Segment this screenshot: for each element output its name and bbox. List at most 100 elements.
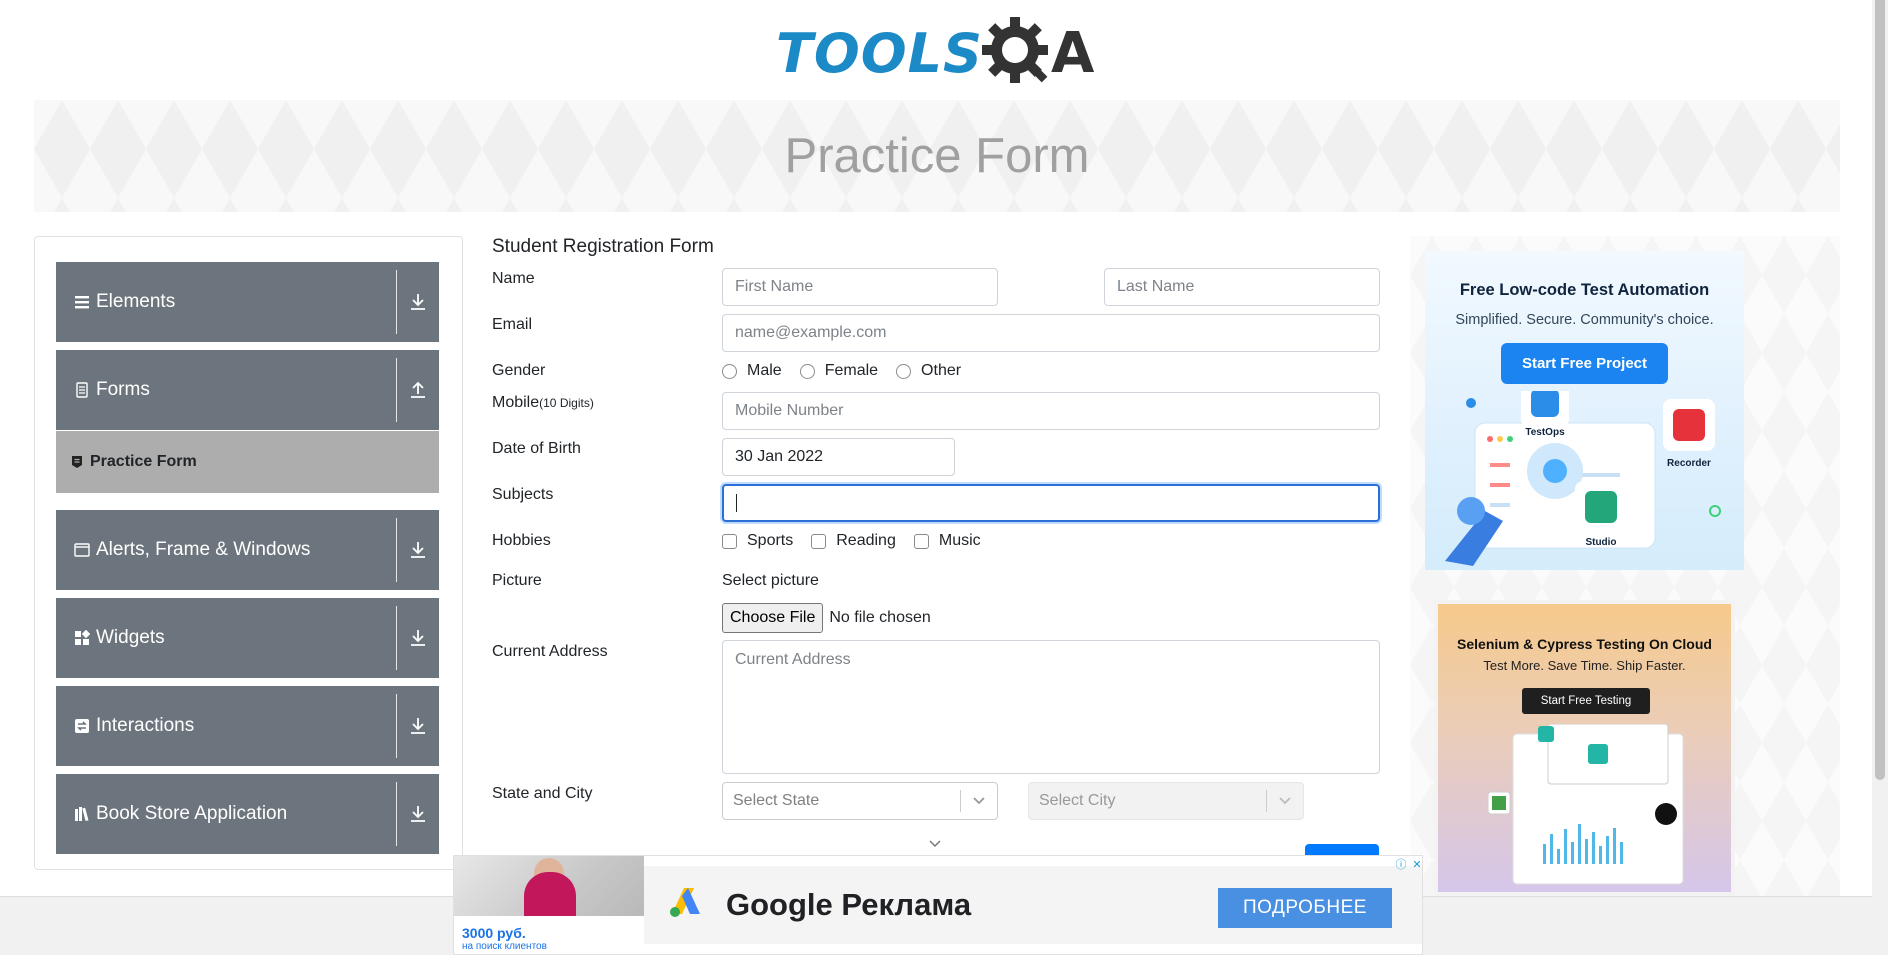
katalon-ad[interactable]: Free Low-code Test Automation Simplified…	[1425, 251, 1744, 570]
date-of-birth-input[interactable]	[722, 438, 955, 476]
gender-label: Gender	[492, 362, 546, 379]
info-icon[interactable]: ⓘ	[1394, 857, 1408, 871]
sidebar-group-elements[interactable]: Elements	[56, 262, 439, 342]
checkbox-label: Reading	[836, 532, 896, 549]
logo-suffix: A	[1050, 20, 1095, 86]
start-free-project-button[interactable]: Start Free Project	[1501, 343, 1668, 384]
gear-magnifier-icon	[981, 17, 1048, 83]
download-arrow-icon[interactable]	[405, 538, 431, 562]
divider	[396, 782, 397, 846]
email-input[interactable]	[722, 314, 1380, 352]
chevron-down-icon[interactable]	[1267, 796, 1303, 806]
start-free-testing-button[interactable]: Start Free Testing	[1522, 688, 1650, 714]
divider	[396, 270, 397, 334]
radio-circle[interactable]	[896, 363, 912, 379]
lambdatest-ad[interactable]: Selenium & Cypress Testing On Cloud Test…	[1434, 600, 1735, 896]
checkbox[interactable]	[913, 533, 929, 549]
toolsqa-logo[interactable]: TOOLS A	[776, 14, 1100, 92]
download-arrow-icon[interactable]	[405, 714, 431, 738]
address-label: Current Address	[492, 643, 608, 660]
google-ads-logo-icon	[670, 888, 700, 917]
radio-circle[interactable]	[799, 363, 815, 379]
sidebar-group-label: Elements	[96, 291, 176, 312]
download-arrow-icon[interactable]	[405, 802, 431, 826]
studio-label: Studio	[1585, 537, 1616, 548]
divider	[396, 694, 397, 758]
checkbox[interactable]	[811, 533, 827, 549]
sidebar-group-label: Book Store Application	[96, 803, 288, 824]
sidebar-group-label: Alerts, Frame & Windows	[96, 539, 311, 560]
picture-label: Picture	[492, 572, 542, 589]
gender-male-radio[interactable]: Male	[722, 362, 782, 380]
gender-other-radio[interactable]: Other	[896, 362, 961, 380]
radio-label: Other	[921, 362, 962, 379]
file-upload: Choose File No file chosen	[722, 603, 931, 633]
city-select[interactable]: Select City	[1028, 782, 1304, 820]
dashboard-illustration-icon	[1487, 724, 1684, 885]
product-illustration-icon: TestOps Recorder Studio	[1445, 391, 1721, 566]
email-label: Email	[492, 316, 533, 333]
close-icon[interactable]: ✕	[1410, 857, 1424, 871]
subjects-label: Subjects	[492, 486, 554, 503]
choose-file-button[interactable]: Choose File	[722, 603, 824, 633]
sidebar-group-label: Interactions	[96, 715, 195, 736]
hobbies-checkbox-group: Sports Reading Music	[722, 532, 999, 550]
hobby-reading-checkbox[interactable]: Reading	[811, 532, 896, 550]
ad-subtitle: Simplified. Secure. Community's choice.	[1455, 312, 1714, 328]
text-cursor	[736, 494, 737, 512]
sidebar-group-alerts-frame-windows[interactable]: Alerts, Frame & Windows	[56, 510, 439, 590]
sidebar-group-book-store[interactable]: Book Store Application	[56, 774, 439, 854]
ad-price-sub: на поиск клиентов	[462, 941, 547, 952]
hobbies-label: Hobbies	[492, 532, 551, 549]
ad-content: Google Реклама ПОДРОБНЕЕ	[644, 866, 1422, 944]
gender-radio-group: Male Female Other	[722, 362, 979, 380]
sidebar-group-widgets[interactable]: Widgets	[56, 598, 439, 678]
download-arrow-icon[interactable]	[405, 290, 431, 314]
recorder-label: Recorder	[1667, 458, 1711, 469]
mobile-input[interactable]	[722, 392, 1380, 430]
download-arrow-icon[interactable]	[405, 626, 431, 650]
file-status: No file chosen	[829, 609, 931, 626]
hobby-sports-checkbox[interactable]: Sports	[722, 532, 793, 550]
mobile-hint: (10 Digits)	[539, 396, 594, 410]
checkbox-label: Music	[938, 532, 981, 549]
state-select[interactable]: Select State	[722, 782, 998, 820]
chevron-down-icon	[928, 836, 942, 854]
subjects-input[interactable]	[722, 484, 1380, 522]
left-panel: Elements Forms Practice Form Alerts, Fra…	[34, 236, 463, 870]
books-icon	[74, 806, 90, 822]
ad-subtitle: Test More. Save Time. Ship Faster.	[1483, 658, 1686, 673]
ad-title: Free Low-code Test Automation	[1459, 281, 1710, 299]
ad-title: Selenium & Cypress Testing On Cloud	[1457, 636, 1712, 652]
first-name-input[interactable]	[722, 268, 998, 306]
upload-arrow-icon[interactable]	[405, 378, 431, 402]
radio-circle[interactable]	[722, 363, 737, 379]
google-ads-banner[interactable]: 3000 руб. на поиск клиентов Google Рекла…	[453, 855, 1423, 955]
name-label: Name	[492, 270, 535, 287]
gender-female-radio[interactable]: Female	[799, 362, 878, 380]
logo-text: TOOLS	[776, 21, 983, 85]
interactions-icon	[74, 718, 90, 734]
ad-more-button[interactable]: ПОДРОБНЕЕ	[1218, 888, 1392, 928]
sidebar-item-label: Practice Form	[90, 453, 197, 470]
checkbox-label: Sports	[747, 532, 794, 549]
sidebar-group-label: Widgets	[96, 627, 165, 648]
current-address-textarea[interactable]	[722, 640, 1380, 774]
document-icon	[74, 382, 90, 398]
last-name-input[interactable]	[1104, 268, 1380, 306]
chevron-down-icon[interactable]	[961, 796, 997, 806]
testops-label: TestOps	[1525, 427, 1565, 438]
adchoices: ⓘ ✕	[1394, 857, 1424, 872]
divider	[396, 606, 397, 670]
checkbox[interactable]	[722, 533, 737, 549]
divider	[396, 358, 397, 422]
sidebar-item-practice-form[interactable]: Practice Form	[56, 431, 439, 493]
ad-brand: Google Реклама	[726, 887, 972, 922]
widgets-grid-icon	[74, 630, 90, 646]
sidebar-group-interactions[interactable]: Interactions	[56, 686, 439, 766]
window-icon	[74, 542, 90, 558]
hobby-music-checkbox[interactable]: Music	[913, 532, 981, 550]
sidebar-group-forms[interactable]: Forms	[56, 350, 439, 430]
scrollbar-thumb[interactable]	[1875, 0, 1885, 780]
mobile-label: Mobile(10 Digits)	[492, 394, 594, 412]
